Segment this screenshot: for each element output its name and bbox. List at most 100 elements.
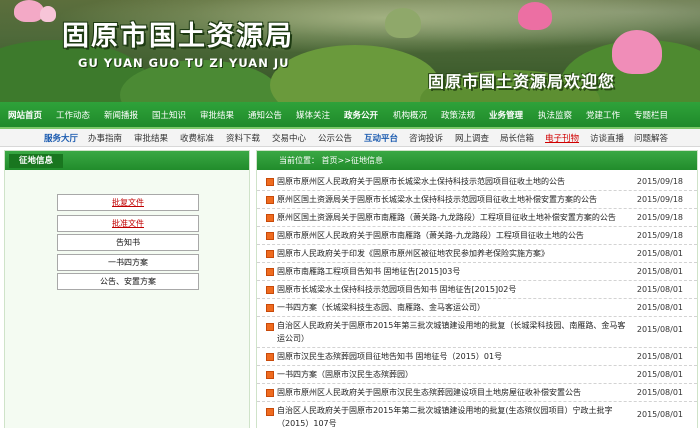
lotus-flower-graphic bbox=[40, 6, 56, 22]
news-title[interactable]: 固原市原州区人民政府关于固原市南雁路（萧关路-九龙路段）工程项目征收土地的公告 bbox=[277, 229, 584, 242]
nav-law-enforcement[interactable]: 执法监察 bbox=[538, 109, 572, 121]
nav-complaints[interactable]: 咨询投诉 bbox=[409, 132, 443, 144]
nav-topics[interactable]: 专题栏目 bbox=[634, 109, 668, 121]
news-title[interactable]: 自治区人民政府关于固原市2015年第二批次城镇建设用地的批复(生态殡仪园项目）宁… bbox=[277, 404, 632, 428]
nav-survey[interactable]: 网上调查 bbox=[455, 132, 489, 144]
bullet-icon bbox=[266, 408, 274, 416]
news-item[interactable]: 原州区国土资源局关于固原市长城梁水土保持科技示范园项目征收土地补偿安置方案的公告… bbox=[257, 191, 697, 209]
secondary-nav: 服务大厅 办事指南 审批结果 收费标准 资料下载 交易中心 公示公告 互动平台 … bbox=[0, 129, 700, 147]
nav-home[interactable]: 网站首页 bbox=[8, 109, 42, 121]
nav-downloads[interactable]: 资料下载 bbox=[226, 132, 260, 144]
bullet-icon bbox=[266, 268, 274, 276]
lotus-flower-graphic bbox=[518, 2, 552, 30]
news-date: 2015/08/01 bbox=[636, 285, 683, 294]
news-date: 2015/09/18 bbox=[636, 177, 683, 186]
news-date: 2015/08/01 bbox=[636, 352, 683, 361]
news-title[interactable]: 自治区人民政府关于固原市2015年第三批次城镇建设用地的批复（长城梁科技园、南雁… bbox=[277, 319, 632, 345]
news-item[interactable]: 固原市长城梁水土保持科技示范园项目告知书 固地征告[2015]02号 2015/… bbox=[257, 281, 697, 299]
nav-approval[interactable]: 审批结果 bbox=[134, 132, 168, 144]
doc-notification[interactable]: 告知书 bbox=[57, 234, 199, 251]
news-title[interactable]: 固原市原州区人民政府关于固原市汉民生态殡葬园建设项目土地房屋征收补偿安置公告 bbox=[277, 386, 581, 399]
nav-service-hall[interactable]: 服务大厅 bbox=[44, 132, 78, 144]
news-item[interactable]: 一书四方案（长城梁科技生态园、南雁路、金马客运公司） 2015/08/01 bbox=[257, 299, 697, 317]
news-date: 2015/08/01 bbox=[636, 410, 683, 419]
news-title[interactable]: 固原市原州区人民政府关于固原市长城梁水土保持科技示范园项目征收土地的公告 bbox=[277, 175, 565, 188]
news-item[interactable]: 固原市原州区人民政府关于固原市汉民生态殡葬园建设项目土地房屋征收补偿安置公告 2… bbox=[257, 384, 697, 402]
doc-approval-files[interactable]: 批准文件 bbox=[57, 215, 199, 232]
site-title: 固原市国土资源局 bbox=[62, 21, 294, 52]
news-date: 2015/08/01 bbox=[636, 249, 683, 258]
news-title[interactable]: 一书四方案（长城梁科技生态园、南雁路、金马客运公司） bbox=[277, 301, 485, 314]
nav-policies[interactable]: 政策法规 bbox=[441, 109, 475, 121]
news-date: 2015/09/18 bbox=[636, 195, 683, 204]
news-item[interactable]: 自治区人民政府关于固原市2015年第三批次城镇建设用地的批复（长城梁科技园、南雁… bbox=[257, 317, 697, 348]
bullet-icon bbox=[266, 250, 274, 258]
news-item[interactable]: 自治区人民政府关于固原市2015年第二批次城镇建设用地的批复(生态殡仪园项目）宁… bbox=[257, 402, 697, 428]
news-date: 2015/09/18 bbox=[636, 231, 683, 240]
left-panel-title: 征地信息 bbox=[9, 154, 64, 168]
bullet-icon bbox=[266, 389, 274, 397]
news-item[interactable]: 固原市原州区人民政府关于固原市南雁路（萧关路-九龙路段）工程项目征收土地的公告 … bbox=[257, 227, 697, 245]
bullet-icon bbox=[266, 286, 274, 294]
nav-interaction[interactable]: 互动平台 bbox=[364, 132, 398, 144]
bullet-icon bbox=[266, 214, 274, 222]
doc-plans[interactable]: 一书四方案 bbox=[57, 254, 199, 271]
news-date: 2015/08/01 bbox=[636, 303, 683, 312]
nav-e-journal[interactable]: 电子刊物 bbox=[545, 132, 579, 144]
bullet-icon bbox=[266, 178, 274, 186]
lotus-flower-graphic bbox=[612, 30, 662, 74]
news-item[interactable]: 固原市人民政府关于印发《固原市原州区被征地农民参加养老保险实施方案》 2015/… bbox=[257, 245, 697, 263]
bullet-icon bbox=[266, 371, 274, 379]
news-date: 2015/08/01 bbox=[636, 370, 683, 379]
news-item[interactable]: 固原市原州区人民政府关于固原市长城梁水土保持科技示范园项目征收土地的公告 201… bbox=[257, 173, 697, 191]
bullet-icon bbox=[266, 304, 274, 312]
nav-fees[interactable]: 收费标准 bbox=[180, 132, 214, 144]
news-list: 固原市原州区人民政府关于固原市长城梁水土保持科技示范园项目征收土地的公告 201… bbox=[257, 173, 697, 428]
nav-work-news[interactable]: 工作动态 bbox=[56, 109, 90, 121]
site-subtitle: GU YUAN GUO TU ZI YUAN JU bbox=[78, 56, 290, 70]
left-panel-header: 征地信息 bbox=[5, 151, 249, 170]
nav-guide[interactable]: 办事指南 bbox=[88, 132, 122, 144]
breadcrumb: 当前位置： 首页>>征地信息 bbox=[279, 156, 383, 165]
news-item[interactable]: 原州区国土资源局关于固原市南雁路（萧关路-九龙路段）工程项目征收土地补偿安置方案… bbox=[257, 209, 697, 227]
right-panel-header: 当前位置： 首页>>征地信息 bbox=[257, 151, 697, 170]
news-item[interactable]: 固原市南雁路工程项目告知书 固地征告[2015]03号 2015/08/01 bbox=[257, 263, 697, 281]
news-item[interactable]: 固原市汉民生态殡葬园项目征地告知书 固地征号（2015）01号 2015/08/… bbox=[257, 348, 697, 366]
bullet-icon bbox=[266, 196, 274, 204]
nav-trade-center[interactable]: 交易中心 bbox=[272, 132, 306, 144]
primary-nav: 网站首页 工作动态 新闻播报 国土知识 审批结果 通知公告 媒体关注 政务公开 … bbox=[0, 102, 700, 129]
nav-public-notice[interactable]: 公示公告 bbox=[318, 132, 352, 144]
welcome-text: 固原市国土资源局欢迎您 bbox=[428, 72, 616, 91]
nav-faq[interactable]: 问题解答 bbox=[634, 132, 668, 144]
news-date: 2015/08/01 bbox=[636, 267, 683, 276]
doc-approval-reply[interactable]: 批复文件 bbox=[57, 194, 199, 211]
nav-party-building[interactable]: 党建工作 bbox=[586, 109, 620, 121]
page: 固原市国土资源局 GU YUAN GUO TU ZI YUAN JU 固原市国土… bbox=[0, 0, 700, 428]
news-title[interactable]: 固原市人民政府关于印发《固原市原州区被征地农民参加养老保险实施方案》 bbox=[277, 247, 549, 260]
bullet-icon bbox=[266, 323, 274, 331]
news-item[interactable]: 一书四方案（固原市汉民生态殡葬园） 2015/08/01 bbox=[257, 366, 697, 384]
nav-business[interactable]: 业务管理 bbox=[489, 109, 523, 121]
news-date: 2015/08/01 bbox=[636, 388, 683, 397]
doc-announcement[interactable]: 公告、安置方案 bbox=[57, 273, 199, 290]
right-panel: 当前位置： 首页>>征地信息 固原市原州区人民政府关于固原市长城梁水土保持科技示… bbox=[256, 150, 698, 428]
left-panel: 征地信息 批复文件 批准文件 告知书 一书四方案 公告、安置方案 bbox=[4, 150, 250, 428]
news-title[interactable]: 原州区国土资源局关于固原市长城梁水土保持科技示范园项目征收土地补偿安置方案的公告 bbox=[277, 193, 597, 206]
nav-mailbox[interactable]: 局长信箱 bbox=[500, 132, 534, 144]
news-title[interactable]: 原州区国土资源局关于固原市南雁路（萧关路-九龙路段）工程项目征收土地补偿安置方案… bbox=[277, 211, 616, 224]
nav-live[interactable]: 访谈直播 bbox=[590, 132, 624, 144]
nav-organization[interactable]: 机构概况 bbox=[393, 109, 427, 121]
nav-notices[interactable]: 通知公告 bbox=[248, 109, 282, 121]
nav-land-knowledge[interactable]: 国土知识 bbox=[152, 109, 186, 121]
nav-media[interactable]: 媒体关注 bbox=[296, 109, 330, 121]
news-title[interactable]: 固原市长城梁水土保持科技示范园项目告知书 固地征告[2015]02号 bbox=[277, 283, 516, 296]
nav-gov-affairs[interactable]: 政务公开 bbox=[344, 109, 378, 121]
nav-news-broadcast[interactable]: 新闻播报 bbox=[104, 109, 138, 121]
news-title[interactable]: 固原市南雁路工程项目告知书 固地征告[2015]03号 bbox=[277, 265, 460, 278]
bullet-icon bbox=[266, 353, 274, 361]
news-title[interactable]: 固原市汉民生态殡葬园项目征地告知书 固地征号（2015）01号 bbox=[277, 350, 502, 363]
nav-approval-results[interactable]: 审批结果 bbox=[200, 109, 234, 121]
site-banner: 固原市国土资源局 GU YUAN GUO TU ZI YUAN JU 固原市国土… bbox=[0, 0, 700, 102]
news-title[interactable]: 一书四方案（固原市汉民生态殡葬园） bbox=[277, 368, 413, 381]
bullet-icon bbox=[266, 232, 274, 240]
